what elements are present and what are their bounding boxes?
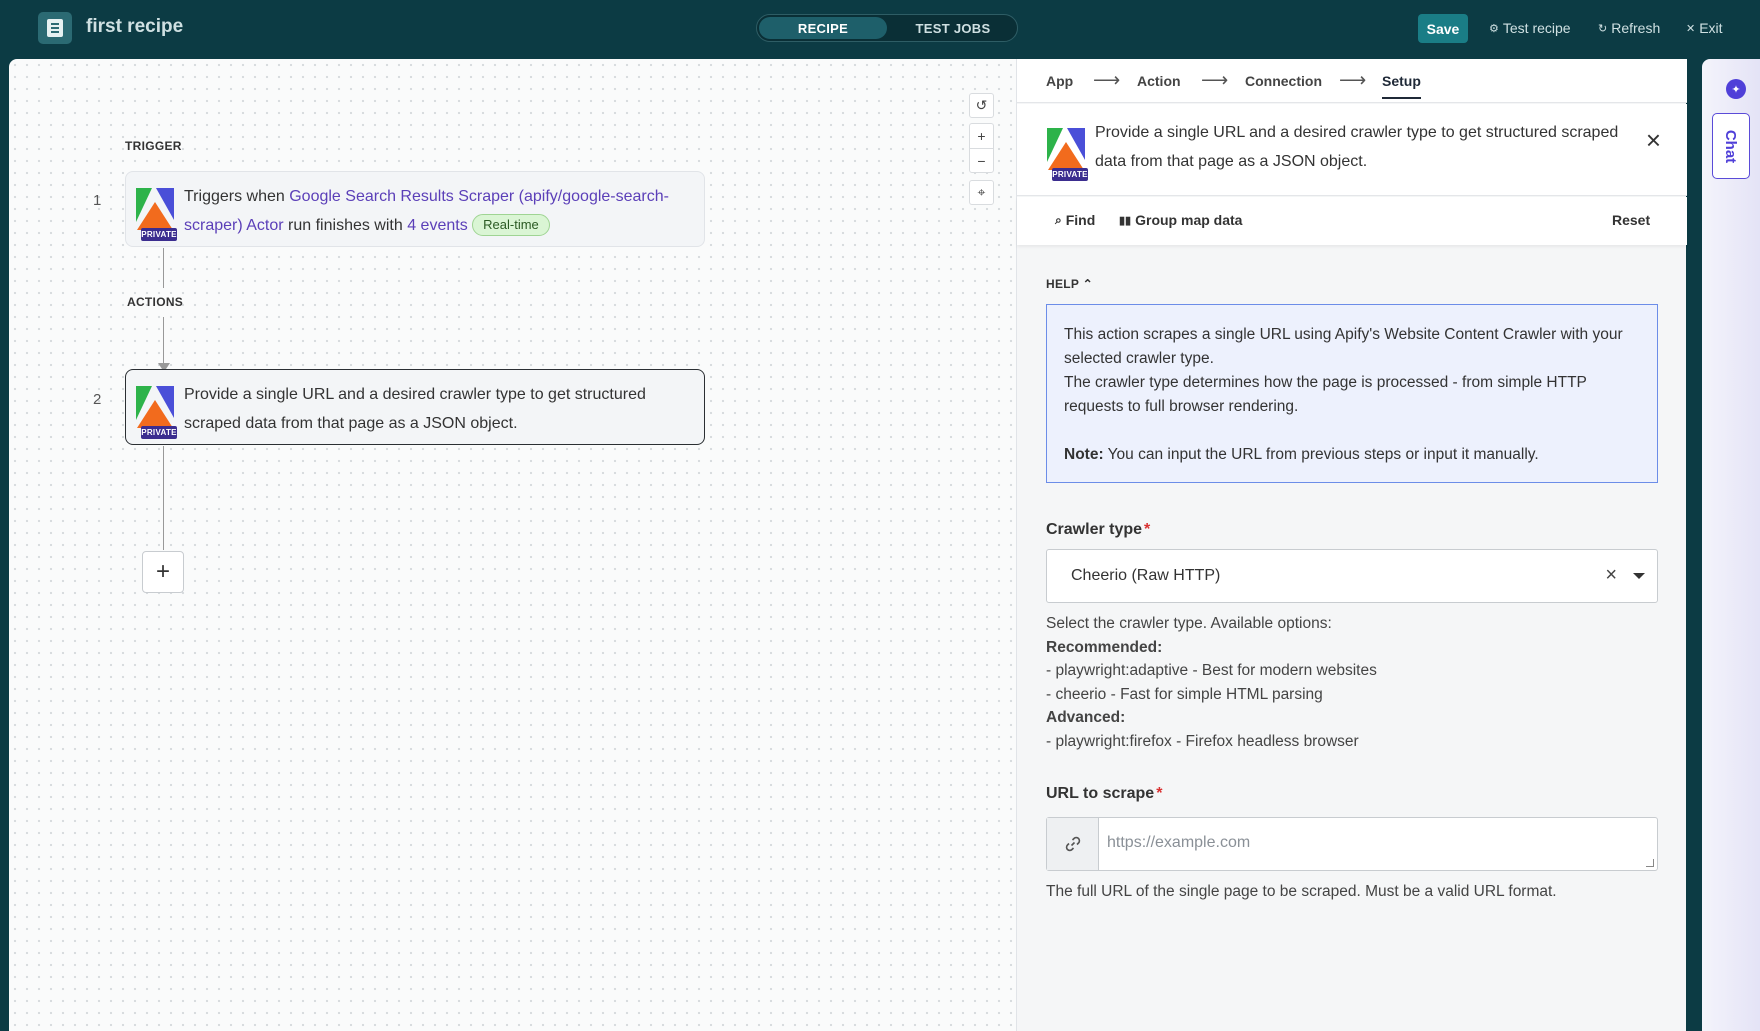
trigger-events-link[interactable]: 4 events xyxy=(407,217,467,234)
ai-assistant-icon[interactable]: ✦ xyxy=(1726,79,1746,99)
close-icon: ✕ xyxy=(1686,22,1696,35)
zoom-out-button[interactable]: − xyxy=(969,148,994,173)
arrow-right-icon: ⟶ xyxy=(1093,70,1121,91)
view-toggle: RECIPE TEST JOBS xyxy=(756,14,1018,42)
step-number: 1 xyxy=(93,192,102,209)
plus-icon: + xyxy=(155,558,170,585)
actions-section-label: ACTIONS xyxy=(127,295,184,309)
recipe-menu-button[interactable] xyxy=(38,12,72,44)
crawler-type-label: Crawler type * xyxy=(1046,521,1151,538)
url-hint: The full URL of the single page to be sc… xyxy=(1046,883,1557,900)
step-number: 2 xyxy=(93,391,102,408)
panel-header: PRIVATE Provide a single URL and a desir… xyxy=(1017,104,1687,196)
url-field-wrapper xyxy=(1046,817,1658,871)
help-box: This action scrapes a single URL using A… xyxy=(1046,304,1658,483)
reset-button[interactable]: Reset xyxy=(1612,212,1650,228)
document-icon xyxy=(47,19,63,37)
connector-line xyxy=(163,248,164,288)
help-note: Note: You can input the URL from previou… xyxy=(1064,446,1539,463)
help-text: The crawler type determines how the page… xyxy=(1064,374,1587,415)
tab-recipe[interactable]: RECIPE xyxy=(759,17,887,39)
crawler-type-value: Cheerio (Raw HTTP) xyxy=(1071,567,1221,584)
breadcrumb: App ⟶ Action ⟶ Connection ⟶ Setup xyxy=(1017,59,1687,103)
apify-app-icon: PRIVATE xyxy=(134,384,177,440)
help-toggle[interactable]: HELP ⌃ xyxy=(1046,277,1093,291)
fit-view-icon: ⌖ xyxy=(977,184,986,200)
refresh-label: Refresh xyxy=(1611,20,1661,36)
resize-handle[interactable] xyxy=(1646,859,1654,867)
test-recipe-label: Test recipe xyxy=(1502,20,1571,36)
help-text: This action scrapes a single URL using A… xyxy=(1064,326,1623,367)
tab-test-jobs[interactable]: TEST JOBS xyxy=(891,17,1015,39)
link-icon xyxy=(1047,818,1099,870)
required-marker: * xyxy=(1144,521,1151,538)
group-icon: ▮▮ xyxy=(1119,214,1132,227)
refresh-icon: ↻ xyxy=(1598,22,1608,35)
recipe-canvas[interactable]: TRIGGER 1 PRIVATE Triggers when Google S… xyxy=(9,59,1016,1031)
url-label: URL to scrape * xyxy=(1046,785,1163,802)
gear-icon: ⚙ xyxy=(1489,22,1499,35)
reset-icon: ↺ xyxy=(975,97,988,113)
chevron-up-icon: ⌃ xyxy=(1082,277,1093,291)
add-step-button[interactable]: + xyxy=(142,551,184,593)
connector-line xyxy=(163,317,164,365)
chat-label: Chat xyxy=(1722,129,1740,163)
apify-app-icon: PRIVATE xyxy=(1045,126,1088,182)
zoom-in-icon: + xyxy=(977,128,986,144)
breadcrumb-connection[interactable]: Connection xyxy=(1245,73,1322,89)
breadcrumb-action[interactable]: Action xyxy=(1137,73,1181,89)
arrow-right-icon: ⟶ xyxy=(1339,70,1367,91)
zoom-out-icon: − xyxy=(977,152,986,169)
trigger-step-text: Triggers when Google Search Results Scra… xyxy=(184,188,669,236)
zoom-in-button[interactable]: + xyxy=(969,123,994,148)
required-marker: * xyxy=(1156,785,1163,802)
save-button[interactable]: Save xyxy=(1418,14,1468,43)
top-bar: first recipe RECIPE TEST JOBS Save ⚙ Tes… xyxy=(0,0,1760,56)
url-input[interactable] xyxy=(1107,828,1637,858)
crawler-type-hint: Select the crawler type. Available optio… xyxy=(1046,615,1377,750)
close-icon: × xyxy=(1645,125,1661,155)
action-step-card[interactable]: PRIVATE Provide a single URL and a desir… xyxy=(125,369,705,445)
chevron-down-icon[interactable] xyxy=(1633,573,1645,579)
arrow-right-icon: ⟶ xyxy=(1201,70,1229,91)
realtime-badge: Real-time xyxy=(472,214,550,236)
recipe-name[interactable]: first recipe xyxy=(86,16,183,38)
find-button[interactable]: ⌕ Find xyxy=(1055,212,1095,228)
clear-selection-icon[interactable]: × xyxy=(1605,564,1617,587)
trigger-step-card[interactable]: PRIVATE Triggers when Google Search Resu… xyxy=(125,171,705,247)
trigger-section-label: TRIGGER xyxy=(125,139,182,153)
chat-sidebar: ✦ Chat xyxy=(1702,59,1760,1031)
connector-line xyxy=(163,446,164,550)
private-badge: PRIVATE xyxy=(141,228,177,241)
step-config-panel: App ⟶ Action ⟶ Connection ⟶ Setup PRIVAT… xyxy=(1016,59,1687,1031)
chat-tab[interactable]: Chat xyxy=(1712,113,1750,179)
breadcrumb-setup[interactable]: Setup xyxy=(1382,73,1421,99)
refresh-button[interactable]: ↻ Refresh xyxy=(1598,20,1660,36)
panel-toolbar: ⌕ Find ▮▮ Group map data Reset xyxy=(1017,197,1687,245)
close-panel-button[interactable]: × xyxy=(1646,127,1661,153)
group-map-data-button[interactable]: ▮▮ Group map data xyxy=(1119,212,1242,228)
panel-header-text: Provide a single URL and a desired crawl… xyxy=(1095,124,1619,170)
apify-app-icon: PRIVATE xyxy=(134,186,177,242)
exit-button[interactable]: ✕ Exit xyxy=(1686,20,1723,36)
crawler-type-select[interactable]: Cheerio (Raw HTTP) × xyxy=(1046,549,1658,603)
private-badge: PRIVATE xyxy=(141,426,177,439)
reset-view-button[interactable]: ↺ xyxy=(969,93,994,118)
private-badge: PRIVATE xyxy=(1052,168,1088,181)
fit-view-button[interactable]: ⌖ xyxy=(969,180,994,205)
action-step-text: Provide a single URL and a desired crawl… xyxy=(184,386,646,432)
breadcrumb-app[interactable]: App xyxy=(1046,73,1073,89)
search-icon: ⌕ xyxy=(1055,212,1062,227)
exit-label: Exit xyxy=(1699,20,1723,36)
test-recipe-button[interactable]: ⚙ Test recipe xyxy=(1489,20,1571,36)
